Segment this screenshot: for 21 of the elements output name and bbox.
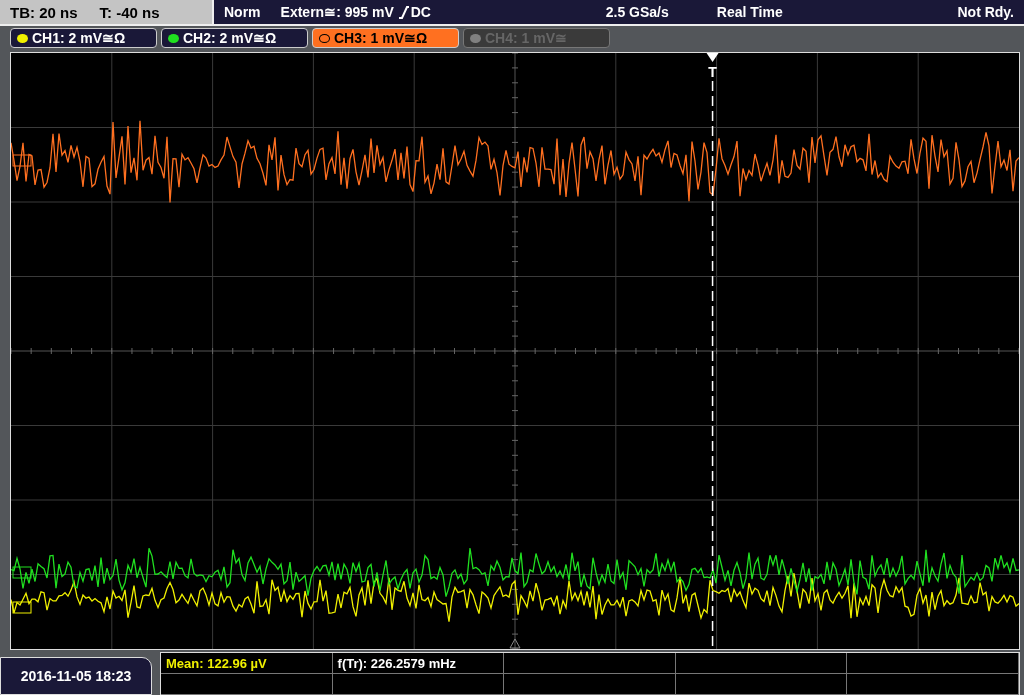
channel-tab[interactable]: CH2: 2 mV≅Ω [161, 28, 308, 48]
rising-edge-icon [398, 5, 409, 19]
measurement-value: f(Tr): 226.2579 mHz [337, 655, 457, 671]
trigger-time-label: T: -40 ns [99, 3, 160, 21]
acquisition-state-label: Not Rdy. [957, 4, 1014, 20]
acquisition-mode-label: Real Time [716, 4, 783, 20]
trigger-coupling-label: DC [410, 4, 431, 20]
trigger-marker-label: T [708, 64, 717, 80]
date-time-label: 2016-11-05 18:23 [0, 657, 152, 695]
channel-tab[interactable]: CH3: 1 mV≅Ω [312, 28, 459, 48]
trigger-mode-label: Norm [224, 4, 261, 20]
time-reference-icon [509, 638, 521, 649]
channel-marker-icon [12, 601, 32, 614]
trigger-source-label: Extern≅: 995 mV [280, 4, 394, 20]
sample-rate-label: 2.5 GSa/s [605, 4, 669, 20]
trigger-position-icon[interactable] [706, 53, 719, 62]
channel-tab[interactable]: CH1: 2 mV≅Ω [10, 28, 157, 48]
timebase-label: TB: 20 ns [10, 3, 78, 21]
measurement-value: Mean: 122.96 µV [166, 655, 267, 671]
channel-marker-icon [12, 566, 32, 579]
channel-marker-icon [12, 154, 32, 167]
